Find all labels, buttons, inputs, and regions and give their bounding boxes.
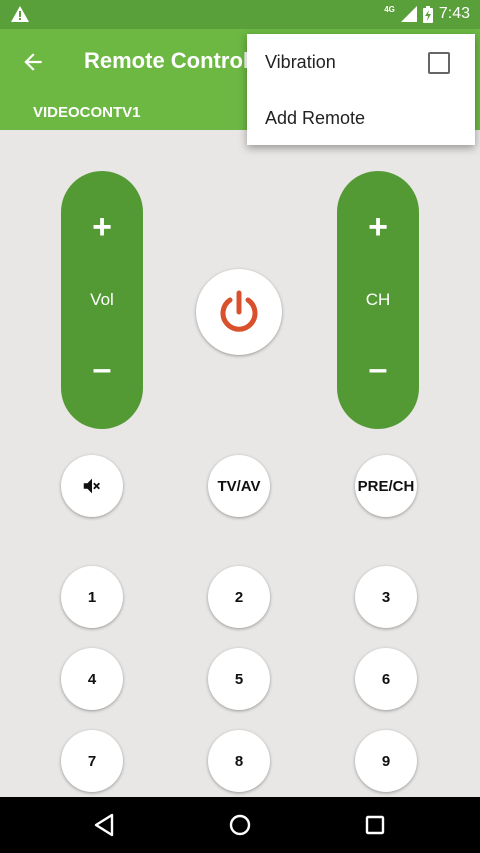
battery-charging-icon [422, 5, 433, 23]
warning-icon [11, 6, 29, 22]
tv-av-button[interactable]: TV/AV [208, 455, 270, 517]
key-8-button[interactable]: 8 [208, 730, 270, 792]
channel-rocker: + CH – [337, 171, 419, 429]
pre-ch-button[interactable]: PRE/CH [355, 455, 417, 517]
menu-item-add-remote[interactable]: Add Remote [247, 90, 475, 146]
status-bar: 4G 7:43 [0, 0, 480, 29]
network-type: 4G [384, 4, 395, 14]
page-title: Remote Control [84, 48, 249, 73]
key-3-button[interactable]: 3 [355, 566, 417, 628]
key-4-button[interactable]: 4 [61, 648, 123, 710]
mute-button[interactable] [61, 455, 123, 517]
tab-videocontv1[interactable]: VIDEOCONTV1 [33, 104, 141, 121]
home-circle-icon[interactable] [226, 811, 254, 839]
power-button[interactable] [196, 269, 282, 355]
volume-down-button[interactable]: – [61, 349, 143, 389]
signal-icon [400, 6, 417, 22]
key-6-button[interactable]: 6 [355, 648, 417, 710]
navigation-bar [0, 797, 480, 853]
status-time: 7:43 [438, 5, 470, 22]
vibration-checkbox[interactable] [428, 52, 450, 74]
vibration-label: Vibration [265, 52, 336, 72]
menu-item-vibration[interactable]: Vibration [247, 34, 475, 90]
volume-rocker: + Vol – [61, 171, 143, 429]
power-icon [220, 290, 258, 332]
recents-square-icon[interactable] [361, 811, 389, 839]
key-5-button[interactable]: 5 [208, 648, 270, 710]
key-1-button[interactable]: 1 [61, 566, 123, 628]
channel-up-button[interactable]: + [337, 207, 419, 247]
key-9-button[interactable]: 9 [355, 730, 417, 792]
key-2-button[interactable]: 2 [208, 566, 270, 628]
mute-icon [83, 478, 100, 494]
channel-down-button[interactable]: – [337, 349, 419, 389]
volume-label: Vol [90, 290, 114, 309]
back-triangle-icon[interactable] [91, 811, 119, 839]
add-remote-label: Add Remote [265, 108, 366, 128]
key-7-button[interactable]: 7 [61, 730, 123, 792]
channel-label: CH [365, 290, 391, 309]
tab-indicator [0, 127, 200, 130]
arrow-back-icon[interactable] [20, 49, 46, 75]
overflow-menu: Vibration Add Remote [247, 34, 475, 145]
volume-up-button[interactable]: + [61, 207, 143, 247]
